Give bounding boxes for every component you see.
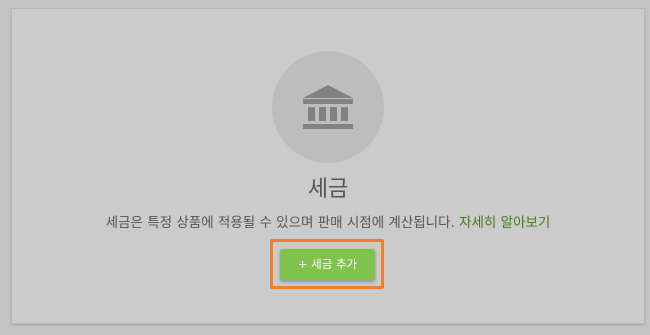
description-text: 세금은 특정 상품에 적용될 수 있으며 판매 시점에 계산됩니다. — [105, 215, 455, 231]
add-tax-button[interactable]: + 세금 추가 — [280, 249, 375, 280]
bank-icon — [303, 85, 353, 129]
empty-state-card: 세금 세금은 특정 상품에 적용될 수 있으며 판매 시점에 계산됩니다. 자세… — [11, 8, 645, 324]
icon-circle — [272, 51, 384, 163]
learn-more-link[interactable]: 자세히 알아보기 — [459, 215, 550, 231]
empty-state-description: 세금은 특정 상품에 적용될 수 있으며 판매 시점에 계산됩니다. 자세히 알… — [12, 214, 644, 232]
page: 세금 세금은 특정 상품에 적용될 수 있으며 판매 시점에 계산됩니다. 자세… — [0, 0, 650, 335]
empty-state-title: 세금 — [307, 177, 349, 202]
